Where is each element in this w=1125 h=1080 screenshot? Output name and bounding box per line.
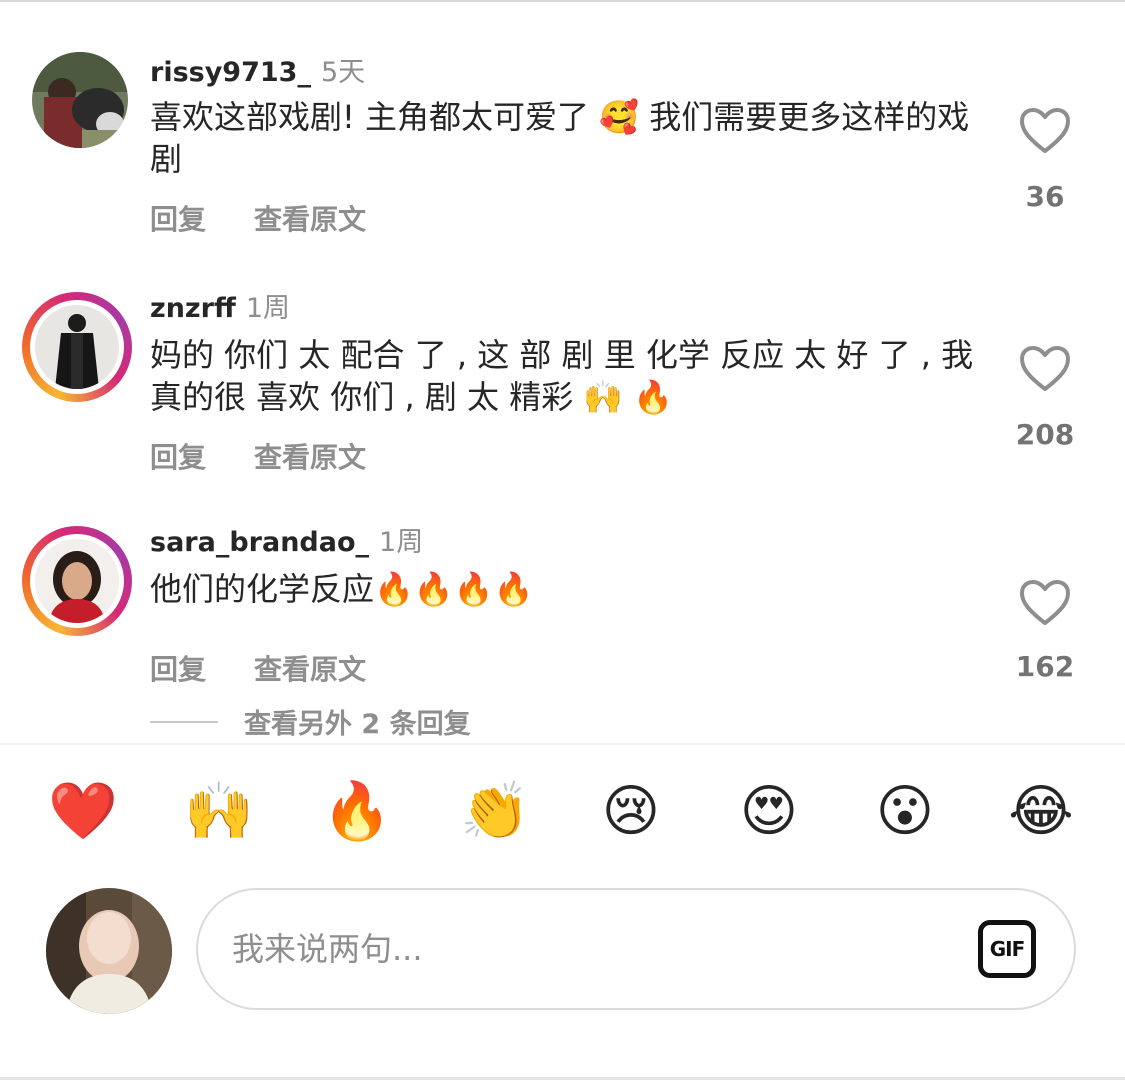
reply-button[interactable]: 回复 bbox=[150, 436, 206, 476]
crying-face-emoji-icon[interactable]: 😢 bbox=[596, 777, 666, 847]
fire-emoji-icon[interactable]: 🔥 bbox=[322, 777, 392, 847]
view-more-replies[interactable]: 查看另外 2 条回复 bbox=[150, 702, 471, 740]
reply-button[interactable]: 回复 bbox=[150, 648, 206, 688]
avatar[interactable] bbox=[22, 526, 132, 636]
current-user-avatar[interactable] bbox=[46, 888, 172, 1014]
timestamp: 1周 bbox=[245, 293, 291, 324]
comment-actions: 回复 查看原文 bbox=[150, 436, 366, 476]
heart-eyes-emoji-icon[interactable]: 😍 bbox=[734, 777, 804, 847]
reply-button[interactable]: 回复 bbox=[150, 198, 206, 238]
comment-input[interactable] bbox=[232, 926, 932, 972]
username[interactable]: rissy9713_ bbox=[150, 57, 311, 88]
replies-divider-line bbox=[150, 720, 218, 723]
like-count: 208 bbox=[1015, 418, 1075, 451]
timestamp: 5天 bbox=[320, 57, 366, 88]
heart-icon[interactable] bbox=[1018, 344, 1072, 394]
gif-button[interactable]: GIF bbox=[978, 920, 1036, 978]
view-original-button[interactable]: 查看原文 bbox=[254, 648, 366, 688]
comment-text: 他们的化学反应🔥🔥🔥🔥 bbox=[150, 570, 534, 608]
comment-meta: znzrff 1周 bbox=[150, 292, 290, 326]
username[interactable]: znzrff bbox=[150, 293, 236, 324]
comment-meta: rissy9713_ 5天 bbox=[150, 56, 365, 90]
comment-text: 妈的 你们 太 配合 了 , 这 部 剧 里 化学 反应 太 好 了 , 我 真… bbox=[150, 336, 974, 416]
view-original-button[interactable]: 查看原文 bbox=[254, 198, 366, 238]
comment-composer: GIF bbox=[196, 888, 1076, 1010]
view-original-button[interactable]: 查看原文 bbox=[254, 436, 366, 476]
username[interactable]: sara_brandao_ bbox=[150, 527, 369, 558]
heart-emoji-icon[interactable]: ❤️ bbox=[48, 777, 118, 847]
emoji-quick-reactions: ❤️ 🙌 🔥 👏 😢 😍 😮 😂 bbox=[0, 765, 1125, 865]
raising-hands-emoji-icon[interactable]: 🙌 bbox=[184, 777, 254, 847]
clapping-hands-emoji-icon[interactable]: 👏 bbox=[460, 777, 530, 847]
heart-icon[interactable] bbox=[1018, 106, 1072, 156]
timestamp: 1周 bbox=[379, 527, 424, 558]
comment-actions: 回复 查看原文 bbox=[150, 198, 366, 238]
comment-meta: sara_brandao_ 1周 bbox=[150, 526, 423, 560]
like-count: 36 bbox=[1025, 180, 1065, 213]
laughing-tears-emoji-icon[interactable]: 😂 bbox=[1006, 777, 1076, 847]
comment-text: 喜欢这部戏剧! 主角都太可爱了 🥰 我们需要更多这样的戏剧 bbox=[150, 98, 970, 178]
comment-actions: 回复 查看原文 bbox=[150, 648, 366, 688]
heart-icon[interactable] bbox=[1018, 578, 1072, 628]
top-border bbox=[0, 0, 1125, 2]
avatar[interactable] bbox=[22, 292, 132, 402]
view-more-replies-label: 查看另外 2 条回复 bbox=[244, 709, 471, 740]
avatar[interactable] bbox=[32, 52, 128, 148]
surprised-face-emoji-icon[interactable]: 😮 bbox=[870, 777, 940, 847]
section-divider bbox=[0, 743, 1125, 745]
like-count: 162 bbox=[1015, 650, 1075, 683]
